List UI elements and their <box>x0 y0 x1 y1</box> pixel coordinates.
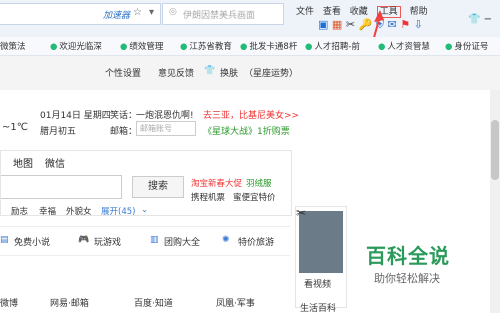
starwars-promo-link[interactable]: 《星球大战》1折购票 <box>203 124 290 137</box>
search-card: 地图 微信 搜索 淘宝新春大促 羽绒服 携程机票 蜜便宜特价 励志 幸福 外貌女… <box>0 150 292 217</box>
service-games[interactable]: 玩游戏 <box>94 235 121 248</box>
accelerator-label[interactable]: 加速器 <box>103 8 130 21</box>
quick-link[interactable]: 励志 <box>11 205 28 217</box>
fortune-link[interactable]: （星座运势） <box>244 66 298 79</box>
globe-icon: ● <box>120 42 128 52</box>
scroll-thumb[interactable] <box>491 120 499 180</box>
link-163-mail[interactable]: 网易·邮箱 <box>50 296 89 309</box>
chevron-down-icon[interactable]: ⌄ <box>141 205 148 215</box>
bookmark-item[interactable]: ● 江苏省教育 <box>180 40 232 52</box>
services-row: ▤ 免费小说 🎮 玩游戏 ▥ 团购大全 ✺ 特价旅游 <box>0 226 290 256</box>
tab-wechat[interactable]: 微信 <box>45 155 65 170</box>
bookmark-item[interactable]: ● 身份证号 <box>445 40 488 52</box>
shirt-icon: 👕 <box>204 66 216 76</box>
gamepad-icon: 🎮 <box>78 235 90 245</box>
info-row: ~1℃ 01月14日 星期四 腊月初五 笑话： 一炮泯恩仇啊! 邮箱： 邮箱账号… <box>0 90 500 150</box>
menu-help[interactable]: 帮助 <box>410 7 428 17</box>
person-thumbnail[interactable] <box>299 211 343 273</box>
browser-toolbar: 加速器 ☆ ▾ ◎ 伊朗因禁美兵画面 文件 查看 收藏 工具 帮助 👕 − ▣ … <box>0 0 500 37</box>
mail-input[interactable]: 邮箱账号 <box>136 121 196 136</box>
deals-link[interactable]: 蜜便宜特价 <box>233 191 276 203</box>
book-icon: ▤ <box>0 235 9 245</box>
star-icon[interactable]: ☆ <box>133 7 142 18</box>
link-baidu-zhidao[interactable]: 百度·知道 <box>134 296 173 309</box>
browser-search-box[interactable]: ◎ 伊朗因禁美兵画面 <box>162 3 284 25</box>
reader-icon[interactable]: ▣ <box>318 18 328 31</box>
search-engine-icon[interactable]: ◎ <box>169 7 177 17</box>
taobao-link[interactable]: 淘宝新春大促 <box>191 177 242 189</box>
address-bar[interactable]: 加速器 ☆ ▾ <box>0 3 161 25</box>
baike-title: 百科全说 <box>366 244 450 268</box>
bookmark-item[interactable]: 微策法 <box>0 40 26 52</box>
life-baike-link[interactable]: 生活百科 <box>300 301 336 314</box>
bookmark-item[interactable]: ● 欢迎光临深 <box>50 40 102 52</box>
sun-icon: ✺ <box>222 235 230 245</box>
mail-placeholder: 邮箱账号 <box>140 124 172 133</box>
globe-icon: ● <box>180 42 188 52</box>
bookmark-item[interactable]: ● 批发卡通8杆 <box>240 40 297 52</box>
shirt-icon[interactable]: 👕 <box>468 14 480 25</box>
download-icon[interactable]: ⇩ <box>414 18 423 31</box>
ctrip-link[interactable]: 携程机票 <box>191 191 225 203</box>
sanya-promo-link[interactable]: 去三亚，比基尼美女>> <box>203 108 299 121</box>
flag-icon[interactable]: ⚑ <box>400 18 410 31</box>
menu-view[interactable]: 查看 <box>323 7 341 17</box>
quick-link[interactable]: 幸福 <box>39 205 56 217</box>
globe-icon: ● <box>50 42 58 52</box>
service-groupbuy[interactable]: 团购大全 <box>164 235 200 248</box>
building-icon: ▥ <box>150 235 159 245</box>
globe-icon: ● <box>240 42 248 52</box>
lunar-date: 腊月初五 <box>40 127 77 137</box>
date: 01月14日 星期四 <box>40 111 111 121</box>
chevron-down-icon[interactable]: ▾ <box>149 7 154 18</box>
feedback-link[interactable]: 意见反馈 <box>158 66 194 79</box>
bookmark-item[interactable]: ● 绩效管理 <box>120 40 163 52</box>
video-link[interactable]: 看视频 <box>304 277 331 290</box>
quick-link[interactable]: 外貌女 <box>66 205 92 217</box>
link-weibo[interactable]: 微博 <box>0 296 18 309</box>
tab-map[interactable]: 地图 <box>13 155 33 170</box>
globe-icon: ● <box>305 42 313 52</box>
service-novel[interactable]: 免费小说 <box>14 235 50 248</box>
settings-link[interactable]: 个性设置 <box>105 66 141 79</box>
link-ifeng-military[interactable]: 凤凰·军事 <box>216 296 255 309</box>
globe-icon: ● <box>445 42 453 52</box>
link-icon[interactable]: ✂ <box>296 206 306 220</box>
bookmark-item[interactable]: ● 人才招聘-前 <box>305 40 360 52</box>
mail-label: 邮箱： <box>110 127 138 137</box>
page-topbar: 个性设置 意见反馈 👕 换肤 （星座运势） <box>0 56 500 91</box>
joke-label: 笑话： <box>110 111 138 121</box>
temperature: ~1℃ <box>2 122 28 133</box>
down-jacket-link[interactable]: 羽绒服 <box>246 177 272 189</box>
search-input[interactable] <box>1 175 122 199</box>
globe-icon: ● <box>378 42 386 52</box>
joke-link[interactable]: 一炮泯恩仇啊! <box>136 108 194 121</box>
search-button[interactable]: 搜索 <box>132 176 184 198</box>
service-travel[interactable]: 特价旅游 <box>238 235 274 248</box>
browser-search-placeholder: 伊朗因禁美兵画面 <box>183 11 256 21</box>
menu-file[interactable]: 文件 <box>296 7 314 17</box>
bookmark-item[interactable]: ● 人才资管慧 <box>378 40 430 52</box>
bookmarks-bar: 微策法 ● 欢迎光临深 ● 绩效管理 ● 江苏省教育 ● 批发卡通8杆 ● 人才招聘-前 … <box>0 37 500 56</box>
baike-subtitle: 助你轻松解决 <box>374 272 440 285</box>
side-widget: 看视频 生活百科 <box>295 206 347 314</box>
toolbar-icons: 👕 − <box>468 14 492 25</box>
grid-icon[interactable]: ▦ <box>332 18 342 31</box>
minimize-icon[interactable]: − <box>484 14 492 25</box>
expand-link[interactable]: 展开(45) <box>101 205 135 217</box>
baike-banner[interactable]: 百科全说 助你轻松解决 <box>348 210 488 313</box>
skin-link[interactable]: 换肤 <box>220 66 238 79</box>
